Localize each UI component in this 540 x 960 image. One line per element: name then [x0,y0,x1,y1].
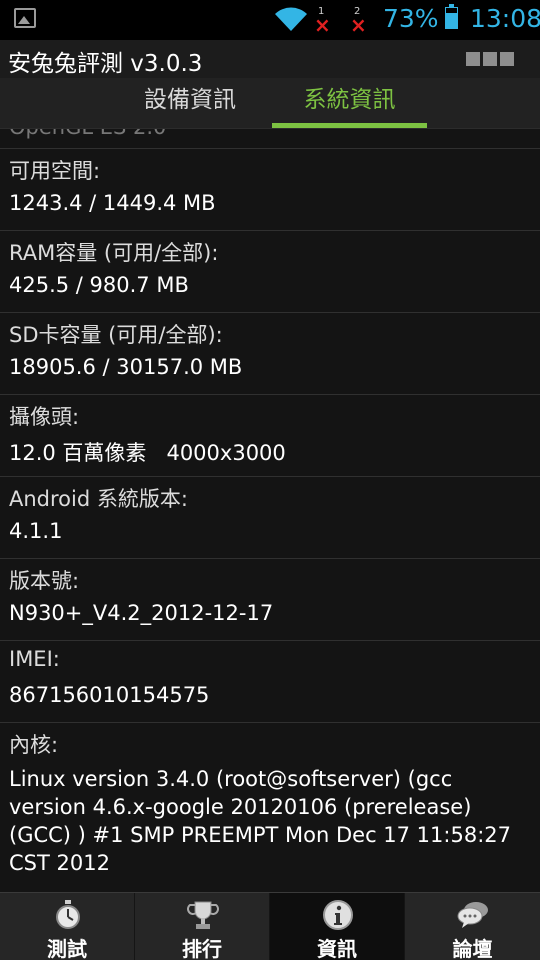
info-value: Linux version 3.4.0 (root@softserver) (g… [9,767,512,875]
sim2-no-signal-mark: × [350,13,367,37]
bottom-nav: 測試 排行 資訊 論壇 [0,892,540,960]
nav-label: 資訊 [317,937,357,960]
chat-bubbles-icon [457,902,488,928]
tab-bar: 設備資訊 系統資訊 [0,78,540,129]
nav-test[interactable]: 測試 [0,893,135,960]
wifi-icon [275,7,307,31]
app-title: 安兔兔評測 v3.0.3 [8,51,203,77]
nav-label: 論壇 [452,937,493,960]
list-item-opengl: OpenGL ES 2.0 [0,129,540,149]
nav-forum[interactable]: 論壇 [405,893,540,960]
info-label: RAM容量 (可用/全部): [9,241,219,265]
gallery-icon [14,8,36,28]
info-value: 12.0 百萬像素 4000x3000 [9,441,286,465]
nav-info[interactable]: 資訊 [270,893,405,960]
info-value: 425.5 / 980.7 MB [9,273,189,297]
sim2-no-signal-icon: 2 × [348,6,370,37]
list-item-build-number: 版本號: N930+_V4.2_2012-12-17 [0,559,540,641]
info-value: 1243.4 / 1449.4 MB [9,191,216,215]
stopwatch-icon [56,900,80,929]
battery-percent: 73% [383,4,439,33]
tab-system-info[interactable]: 系統資訊 [272,78,427,128]
list-item-kernel: 內核: Linux version 3.4.0 (root@softserver… [0,723,540,892]
info-value: N930+_V4.2_2012-12-17 [9,601,274,625]
overflow-menu-icon[interactable] [466,52,514,66]
system-info-list[interactable]: OpenGL ES 2.0 可用空間: 1243.4 / 1449.4 MB R… [0,129,540,892]
nav-ranking[interactable]: 排行 [135,893,270,960]
info-icon [323,900,353,930]
screen: 1 × 2 × 73% 13:08 安兔兔評測 v3.0.3 設備資訊 系統資訊 [0,0,540,960]
info-label: 版本號: [9,569,80,593]
tab-label: 設備資訊 [144,87,236,113]
list-item-imei: IMEI: 867156010154575 [0,641,540,723]
sim1-no-signal-mark: × [314,13,331,37]
tab-device-info[interactable]: 設備資訊 [110,78,270,128]
info-label: SD卡容量 (可用/全部): [9,323,223,347]
tab-active-indicator [272,123,427,128]
trophy-icon [187,901,219,929]
list-item-ram: RAM容量 (可用/全部): 425.5 / 980.7 MB [0,231,540,313]
nav-label: 排行 [182,937,222,960]
info-label: IMEI: [9,647,60,671]
tab-label: 系統資訊 [303,87,396,113]
list-item-android-version: Android 系統版本: 4.1.1 [0,477,540,559]
battery-fill [446,13,457,28]
nav-label: 測試 [47,937,87,960]
info-label: 攝像頭: [9,405,80,429]
clock: 13:08 [470,4,540,33]
list-item-camera: 攝像頭: 12.0 百萬像素 4000x3000 [0,395,540,477]
info-value: 4.1.1 [9,519,63,543]
sim1-no-signal-icon: 1 × [312,6,334,37]
info-label: OpenGL ES 2.0 [9,129,166,139]
app-bar: 安兔兔評測 v3.0.3 [0,40,540,78]
info-label: Android 系統版本: [9,487,188,511]
info-value: 18905.6 / 30157.0 MB [9,355,243,379]
info-value: 867156010154575 [9,683,210,707]
list-item-sd-card: SD卡容量 (可用/全部): 18905.6 / 30157.0 MB [0,313,540,395]
info-label: 可用空間: [9,159,101,183]
list-item-available-storage: 可用空間: 1243.4 / 1449.4 MB [0,149,540,231]
status-bar: 1 × 2 × 73% 13:08 [0,0,540,40]
battery-icon [445,4,458,29]
info-label: 內核: [9,733,59,757]
